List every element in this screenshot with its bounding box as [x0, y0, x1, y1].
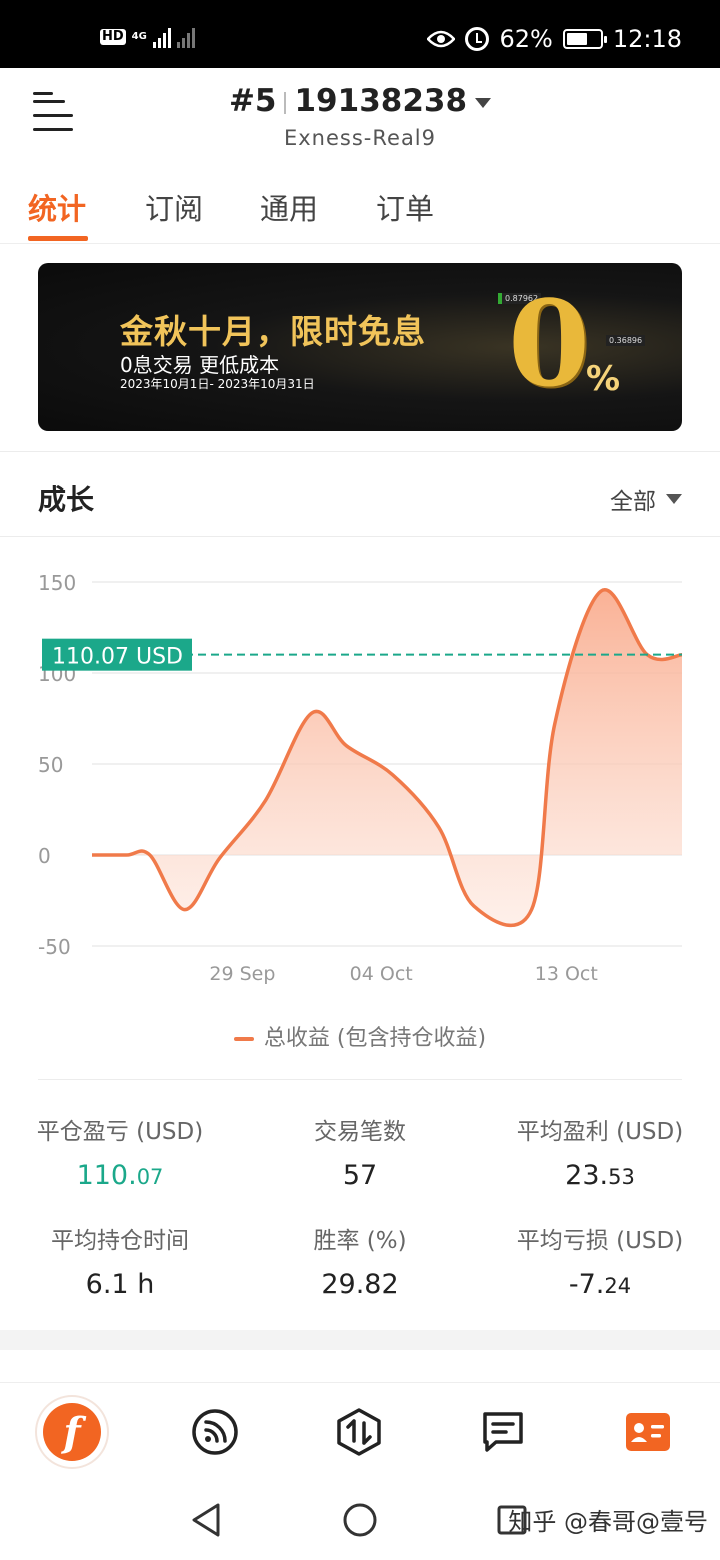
battery-fill — [566, 33, 587, 45]
y-tick-label: 150 — [38, 571, 76, 595]
stat-label: 交易笔数 — [314, 1119, 406, 1145]
growth-chart: 150 100 50 0 -50 29 Sep 04 Oct 13 Oct 110.07 USD — [0, 540, 720, 1010]
hd-badge: HD — [100, 29, 126, 45]
stat-avg-loss: 平均亏损 (USD) -7.24 — [480, 1221, 720, 1300]
banner-zero-graphic: 0 — [508, 274, 591, 413]
tab-subscribe[interactable]: 订阅 — [145, 186, 203, 228]
watermark: 知乎 @春哥@壹号 — [508, 1508, 708, 1536]
server-name: Exness-Real9 — [283, 126, 437, 150]
range-value: 全部 — [610, 489, 656, 515]
chevron-down-icon — [666, 494, 682, 504]
status-right: 62% 12:18 — [427, 25, 682, 53]
y-tick-label: 50 — [38, 753, 63, 777]
stat-label: 平均亏损 (USD) — [516, 1228, 684, 1254]
stat-value: 23.53 — [480, 1160, 720, 1191]
status-left: HD 4G — [100, 26, 195, 48]
tab-general[interactable]: 通用 — [260, 186, 318, 228]
back-icon[interactable] — [190, 1502, 222, 1538]
stat-label: 平均持仓时间 — [51, 1228, 189, 1254]
y-tick-label: -50 — [38, 935, 71, 959]
stat-value-main: 23. — [565, 1160, 609, 1191]
stat-win-rate: 胜率 (%) 29.82 — [240, 1221, 480, 1300]
banner-price-tag: 0.36896 — [606, 335, 646, 346]
banner-headline: 金秋十月，限时免息 — [120, 312, 426, 351]
message-icon — [483, 1412, 523, 1452]
tab-orders[interactable]: 订单 — [376, 186, 434, 228]
account-number: #5 — [228, 83, 277, 119]
tab-bar: 统计 订阅 通用 订单 — [0, 168, 720, 244]
trade-icon — [337, 1408, 381, 1456]
chart-svg: 150100500-5029 Sep 04 Oct 13 Oct110.07 USD — [38, 571, 683, 985]
account-selector[interactable]: #5 19138238 — [0, 83, 720, 119]
clock: 12:18 — [612, 25, 682, 53]
nav-trade-button[interactable] — [324, 1397, 394, 1467]
battery-percent: 62% — [499, 25, 553, 53]
promo-banner[interactable]: 金秋十月，限时免息 0息交易 更低成本 2023年10月1日- 2023年10月… — [38, 263, 682, 431]
current-value-label: 110.07 USD — [52, 645, 183, 670]
stat-closed-pl: 平仓盈亏 (USD) 110.07 — [0, 1112, 240, 1191]
f-logo-icon: f — [43, 1403, 101, 1461]
section-title-growth: 成长 — [38, 483, 95, 516]
stat-value-main: 110. — [76, 1160, 137, 1191]
stat-value: 57 — [342, 1160, 378, 1191]
stat-value: 110.07 — [0, 1160, 240, 1191]
stat-label: 平仓盈亏 (USD) — [36, 1119, 204, 1145]
legend-swatch — [233, 1037, 254, 1041]
account-id: 19138238 — [294, 83, 468, 119]
x-tick-label: 04 Oct — [350, 963, 413, 985]
eye-icon — [427, 30, 456, 48]
stat-value-decimal: 53 — [608, 1165, 635, 1189]
chart-legend: 总收益 (包含持仓收益) — [0, 1020, 720, 1052]
signal-icon — [152, 26, 171, 48]
stat-label: 平均盈利 (USD) — [516, 1119, 684, 1145]
nav-feed-button[interactable] — [180, 1397, 250, 1467]
x-tick-label: 13 Oct — [535, 963, 598, 985]
bottom-nav: f — [0, 1382, 720, 1478]
range-dropdown[interactable]: 全部 — [610, 482, 682, 516]
banner-dates: 2023年10月1日- 2023年10月31日 — [120, 377, 315, 391]
app-header: #5 19138238 Exness-Real9 — [0, 68, 720, 168]
status-bar: HD 4G 62% 12:18 — [0, 0, 720, 68]
chevron-down-icon — [475, 97, 492, 108]
divider — [0, 451, 720, 452]
stat-avg-profit: 平均盈利 (USD) 23.53 — [480, 1112, 720, 1191]
battery-icon — [562, 29, 607, 49]
divider — [0, 536, 720, 537]
home-icon[interactable] — [342, 1502, 378, 1538]
system-nav-bar: 知乎 @春哥@壹号 — [0, 1478, 720, 1560]
banner-subline: 0息交易 更低成本 — [120, 353, 280, 377]
stat-avg-hold-time: 平均持仓时间 6.1 h — [0, 1221, 240, 1300]
section-gap — [0, 1330, 720, 1350]
stat-trade-count: 交易笔数 57 — [240, 1112, 480, 1191]
stats-grid: 平仓盈亏 (USD) 110.07 交易笔数 57 平均盈利 (USD) 23.… — [0, 1080, 720, 1330]
banner-percent-graphic: % — [586, 359, 621, 399]
alarm-icon — [465, 27, 490, 51]
nav-messages-button[interactable] — [468, 1397, 538, 1467]
stat-value-decimal: 24 — [604, 1274, 632, 1298]
legend-label: 总收益 (包含持仓收益) — [263, 1026, 487, 1051]
stat-value: 6.1 h — [85, 1269, 155, 1300]
y-tick-label: 0 — [38, 844, 51, 868]
signal-secondary-icon — [176, 26, 195, 48]
stat-value: -7.24 — [480, 1269, 720, 1300]
network-type: 4G — [131, 31, 147, 42]
stat-label: 胜率 (%) — [313, 1228, 407, 1254]
stat-value-main: -7. — [568, 1269, 605, 1300]
tab-stats[interactable]: 统计 — [28, 186, 86, 228]
nav-profile-button[interactable] — [613, 1397, 683, 1467]
feed-icon — [192, 1409, 238, 1455]
x-tick-label: 29 Sep — [209, 963, 275, 985]
active-tab-indicator — [28, 236, 88, 241]
stat-value-decimal: 07 — [136, 1165, 164, 1189]
nav-home-button[interactable]: f — [37, 1397, 107, 1467]
profile-card-icon — [626, 1413, 670, 1451]
stat-value: 29.82 — [321, 1269, 399, 1300]
